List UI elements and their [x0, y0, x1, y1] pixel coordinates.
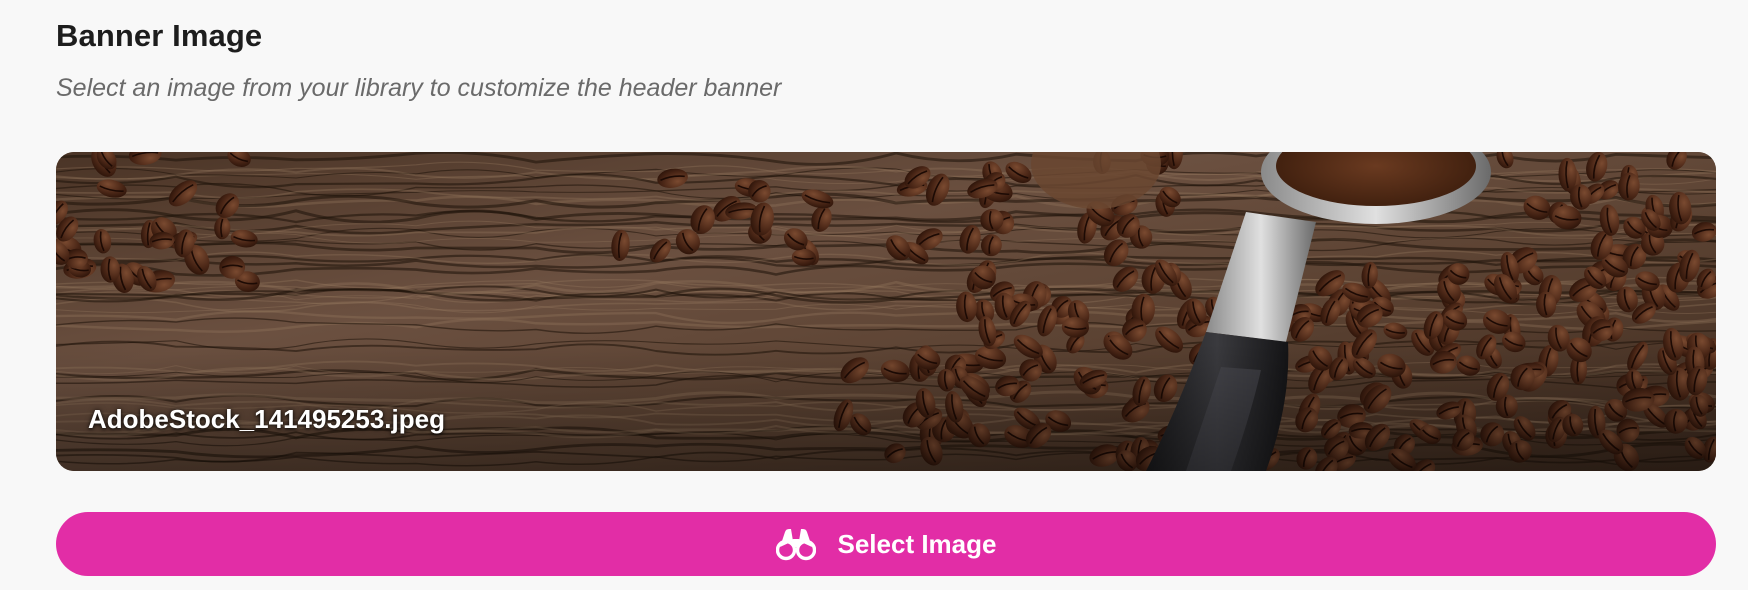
- section-subtitle: Select an image from your library to cus…: [56, 74, 782, 102]
- binoculars-icon: [775, 527, 816, 561]
- banner-filename: AdobeStock_141495253.jpeg: [88, 404, 445, 434]
- banner-image-panel: Banner Image Select an image from your l…: [56, 0, 1716, 590]
- banner-preview: AdobeStock_141495253.jpeg: [56, 152, 1716, 471]
- select-image-label: Select Image: [837, 528, 997, 559]
- section-title: Banner Image: [56, 18, 263, 53]
- select-image-button[interactable]: Select Image: [56, 512, 1716, 576]
